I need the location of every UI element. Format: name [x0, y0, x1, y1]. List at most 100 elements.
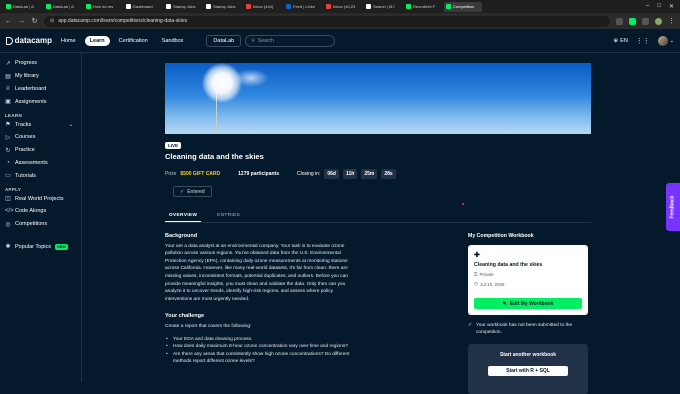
- check-icon: ✓: [180, 188, 185, 195]
- nav-sandbox[interactable]: Sandbox: [157, 36, 189, 46]
- sidebar-item-courses[interactable]: ▷ Courses: [0, 131, 81, 144]
- browser-tab-label: How do res: [93, 4, 114, 9]
- forward-icon[interactable]: →: [18, 18, 25, 25]
- extension-icon[interactable]: [616, 17, 623, 25]
- datacamp-logo[interactable]: datacamp: [6, 36, 52, 45]
- submission-status: ✓ Your workbook has not been submitted t…: [468, 323, 588, 336]
- browser-tab-label: Dashboard: [133, 4, 153, 9]
- browser-tab-label: Inbox (444): [253, 4, 274, 9]
- lightbulb-icon: ✺: [5, 244, 11, 251]
- browser-tab[interactable]: How do res: [84, 2, 122, 12]
- extension-icon[interactable]: [642, 17, 649, 25]
- nav-learn[interactable]: Learn: [84, 35, 110, 46]
- sidebar-item-assessments[interactable]: ◔ Assessments: [0, 157, 81, 170]
- live-badge: LIVE: [165, 142, 182, 149]
- start-workbook-button[interactable]: Start with R + SQL: [488, 366, 568, 376]
- clock-icon: ◷: [474, 281, 478, 286]
- overview-content: Background Your are a data analyst at an…: [165, 233, 360, 366]
- workbook-panel: My Competition Workbook ✚ Cleaning data …: [468, 233, 588, 394]
- workbook-date: ◷ Jul 19, 2025: [474, 281, 582, 287]
- challenge-intro: Create a report that covers the followin…: [165, 323, 252, 329]
- start-another-workbook-card: Start another workbook Start with R + SQ…: [468, 344, 588, 394]
- profile-icon[interactable]: [655, 17, 662, 25]
- browser-tab[interactable]: Inbox (40,23: [324, 2, 362, 12]
- browser-tab[interactable]: Feed | Linke: [284, 2, 322, 12]
- minimize-button[interactable]: –: [646, 3, 649, 10]
- edit-label: Edit My Workbook: [509, 300, 554, 307]
- user-menu[interactable]: ⌄: [657, 35, 674, 46]
- nav-home[interactable]: Home: [56, 36, 81, 46]
- extension-icon[interactable]: [629, 17, 636, 25]
- site-info-icon[interactable]: ⊙: [50, 18, 54, 24]
- browser-tab[interactable]: DataLab | A: [4, 2, 42, 12]
- privacy-label: Private: [479, 272, 494, 277]
- sidebar-item-popular-topics[interactable]: ✺ Popular Topics NEW: [0, 241, 81, 254]
- sidebar-item-tutorials[interactable]: ▭ Tutorials: [0, 169, 81, 182]
- language-label: EN: [620, 37, 628, 44]
- url-field[interactable]: ⊙ app.datacamp.com/learn/competitions/cl…: [44, 15, 610, 27]
- code-alongs-icon: </>: [5, 208, 14, 215]
- prize-value: $500 GIFT CARD: [180, 171, 221, 177]
- browser-menu-icon[interactable]: ⋮: [668, 17, 675, 25]
- search-input[interactable]: ⚲ Search: [245, 34, 336, 47]
- edit-workbook-button[interactable]: ✎ Edit My Workbook: [474, 298, 582, 309]
- favicon-icon: [46, 4, 51, 9]
- sidebar-item-label: Leaderboard: [15, 85, 47, 92]
- workbook-card[interactable]: ✚ Cleaning data and the skies ⚿ Private …: [468, 245, 588, 315]
- sidebar-item-code-alongs[interactable]: </> Code Alongs: [0, 205, 81, 218]
- sidebar-item-label: Competitions: [15, 221, 48, 228]
- workbook-icon: ✚: [474, 252, 480, 259]
- sidebar-item-label: Assessments: [15, 159, 48, 166]
- browser-tab[interactable]: DataLab | A: [44, 2, 82, 12]
- browser-tab-strip: DataLab | A DataLab | A How do res Dashboar…: [0, 0, 680, 13]
- tutorials-icon: ▭: [5, 173, 11, 180]
- nav-certification[interactable]: Certification: [114, 36, 153, 46]
- browser-tab-label: DataLab | A: [53, 4, 74, 9]
- feedback-tab[interactable]: Feedback: [666, 183, 680, 231]
- leaderboard-icon: ♕: [5, 86, 11, 93]
- new-badge: NEW: [54, 243, 68, 250]
- browser-tab[interactable]: Startup Jobs: [164, 2, 202, 12]
- chevron-down-icon: ⌄: [669, 37, 674, 44]
- closing-label: Closing in:: [297, 171, 321, 177]
- favicon-icon: [246, 4, 251, 9]
- tab-entries[interactable]: ENTRIES: [213, 209, 244, 222]
- entered-label: Entered: [187, 188, 205, 195]
- sidebar-item-real-world-projects[interactable]: ◫ Real World Projects: [0, 192, 81, 205]
- search-placeholder: Search: [257, 37, 274, 44]
- browser-tab[interactable]: Startup Jobs: [204, 2, 242, 12]
- browser-tab[interactable]: Recruiterd F: [404, 2, 442, 12]
- workbook-heading: My Competition Workbook: [468, 233, 534, 239]
- start-another-title: Start another workbook: [499, 352, 557, 358]
- sidebar-item-my-library[interactable]: ▤ My library: [0, 70, 81, 83]
- sidebar-item-assignments[interactable]: ▣ Assignments: [0, 95, 81, 108]
- competitions-icon: ◎: [5, 221, 11, 228]
- favicon-icon: [286, 4, 291, 9]
- language-selector[interactable]: ⊕ EN: [614, 38, 628, 44]
- entered-button[interactable]: ✓ Entered: [173, 186, 212, 197]
- maximize-button[interactable]: □: [657, 3, 661, 10]
- browser-tab[interactable]: Competition: [444, 1, 482, 12]
- sidebar-item-label: Tracks: [15, 121, 32, 128]
- sidebar-item-leaderboard[interactable]: ♕ Leaderboard: [0, 83, 81, 96]
- grid-menu-icon[interactable]: ⋮⋮: [636, 37, 650, 45]
- feedback-label: Feedback: [670, 195, 677, 219]
- search-icon: ⚲: [251, 37, 255, 44]
- challenge-list: Your EDA and data cleaning process. How …: [165, 336, 360, 366]
- sidebar-item-competitions[interactable]: ◎ Competitions: [0, 218, 81, 231]
- favicon-icon: [86, 4, 91, 9]
- tab-overview[interactable]: OVERVIEW: [165, 209, 202, 222]
- app-header: datacamp Home Learn Certification Sandbo…: [0, 29, 680, 53]
- chevron-down-icon[interactable]: ⌄: [69, 122, 73, 128]
- back-icon[interactable]: ←: [5, 18, 12, 25]
- sidebar-item-progress[interactable]: ↗ Progress: [0, 57, 81, 70]
- datacamp-logo-icon: [6, 36, 13, 45]
- browser-tab[interactable]: Dashboard: [124, 2, 162, 12]
- browser-tab[interactable]: Search | M.I: [364, 2, 402, 12]
- close-window-button[interactable]: ✕: [669, 3, 674, 10]
- sidebar-item-tracks[interactable]: ⚑ Tracks ⌄: [0, 118, 81, 131]
- sidebar-item-practice[interactable]: ↻ Practice: [0, 144, 81, 157]
- reload-icon[interactable]: ↻: [31, 17, 38, 25]
- browser-tab[interactable]: Inbox (444): [244, 2, 282, 12]
- datalab-button[interactable]: DataLab: [206, 34, 242, 47]
